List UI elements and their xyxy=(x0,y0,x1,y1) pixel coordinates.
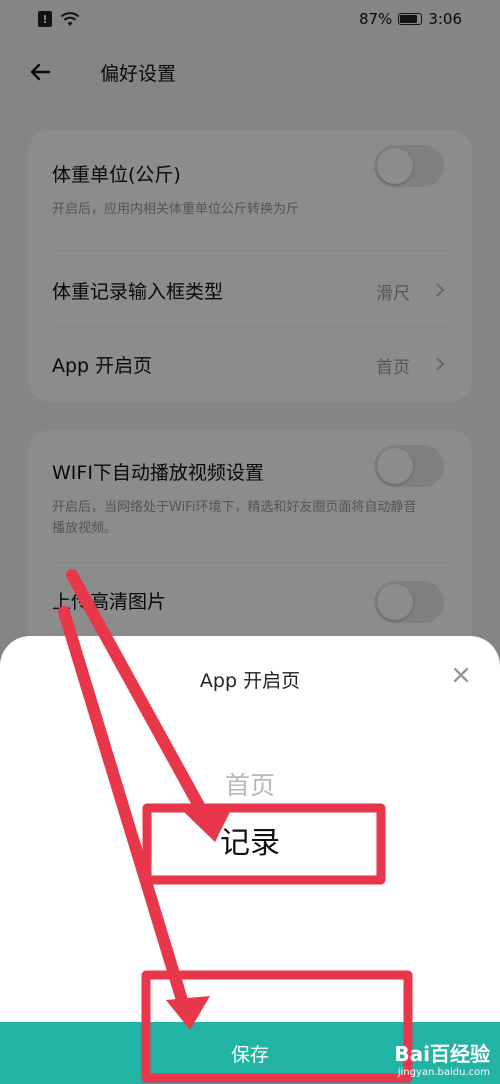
watermark-logo: Bai百经验 xyxy=(394,1042,490,1066)
close-icon xyxy=(453,667,469,683)
watermark-url: jingyan.baidu.com xyxy=(397,1067,490,1078)
app-start-bottom-sheet: App 开启页 首页 记录 保存 xyxy=(0,636,500,1084)
picker-option-record[interactable]: 记录 xyxy=(0,818,500,862)
sheet-title: App 开启页 xyxy=(199,670,301,692)
close-button[interactable] xyxy=(448,662,474,688)
baidu-watermark: Bai百经验 jingyan.baidu.com xyxy=(394,1038,490,1078)
picker-option-home[interactable]: 首页 xyxy=(0,766,500,802)
